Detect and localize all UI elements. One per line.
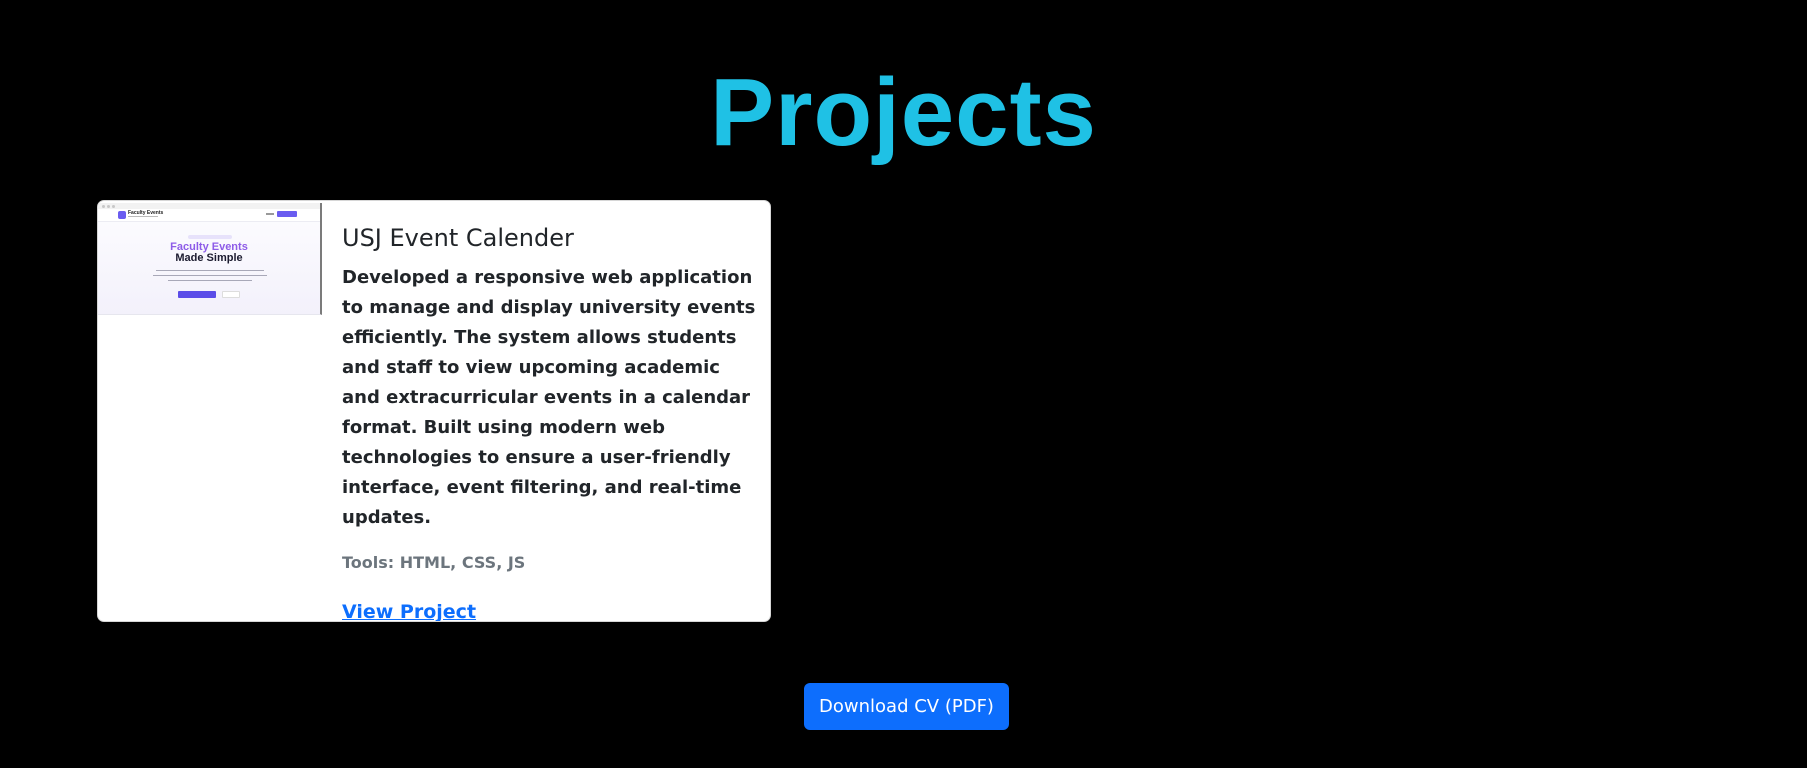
download-cv-button[interactable]: Download CV (PDF) bbox=[804, 683, 1009, 730]
project-thumbnail: Faculty Events Faculty Events Made Simpl… bbox=[98, 203, 322, 315]
project-tools: Tools: HTML, CSS, JS bbox=[342, 553, 526, 572]
project-card: Faculty Events Faculty Events Made Simpl… bbox=[97, 200, 771, 622]
section-title: Projects bbox=[710, 59, 1097, 166]
project-card-body: USJ Event Calender Developed a responsiv… bbox=[342, 221, 756, 621]
thumbnail-logo-icon bbox=[118, 211, 126, 219]
thumbnail-secondary-button bbox=[222, 291, 240, 298]
project-description: Developed a responsive web application t… bbox=[342, 267, 756, 528]
view-project-link[interactable]: View Project bbox=[342, 599, 476, 621]
thumbnail-subheadline: Made Simple bbox=[175, 252, 243, 264]
thumbnail-cta-button bbox=[178, 291, 216, 298]
thumbnail-navbar: Faculty Events bbox=[98, 209, 320, 222]
thumbnail-badge bbox=[188, 235, 232, 239]
project-title: USJ Event Calender bbox=[342, 224, 574, 252]
